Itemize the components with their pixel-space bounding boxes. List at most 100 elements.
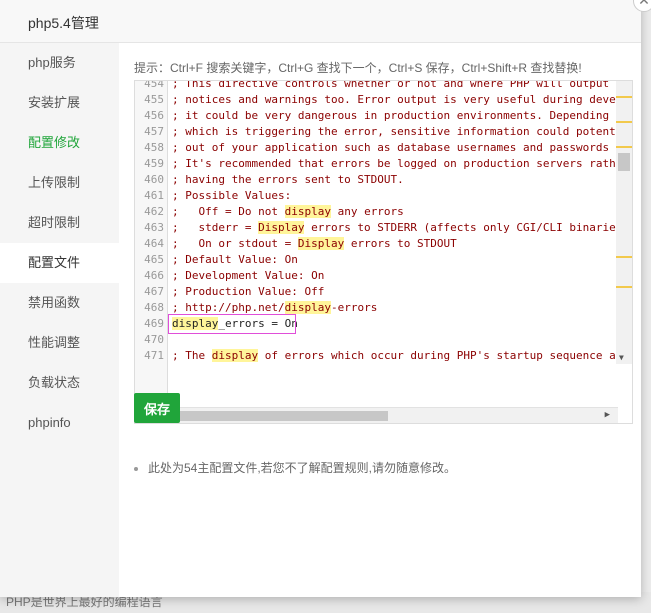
code-fragment: ; out of your application such as databa… (172, 141, 633, 154)
scroll-right-arrow-icon[interactable]: ▶ (605, 410, 610, 420)
code-line: 462 ; Off = Do not display any errors (135, 204, 632, 220)
line-number: 455 (144, 93, 164, 106)
search-highlight: display (211, 349, 259, 362)
line-number: 470 (144, 333, 164, 346)
code-fragment: ; The (172, 349, 212, 362)
vertical-scroll-thumb[interactable] (618, 153, 630, 171)
line-number: 458 (144, 141, 164, 154)
scroll-down-arrow-icon[interactable]: ▼ (619, 353, 624, 362)
config-note-text: 此处为54主配置文件,若您不了解配置规则,请勿随意修改。 (148, 461, 457, 475)
code-fragment: ; Development Value: On (172, 269, 325, 282)
search-highlight: Display (297, 237, 345, 250)
code-fragment: errors to STDOUT (344, 237, 457, 250)
bullet-icon (134, 466, 138, 471)
code-line: 466 ; Development Value: On (135, 268, 632, 284)
config-note: 此处为54主配置文件,若您不了解配置规则,请勿随意修改。 (134, 459, 456, 476)
save-button[interactable]: 保存 (134, 393, 180, 423)
line-number: 457 (144, 125, 164, 138)
code-line: 467 ; Production Value: Off (135, 284, 632, 300)
code-text: ; stderr = Display errors to STDERR (aff… (172, 220, 633, 236)
search-highlight: Display (258, 221, 305, 234)
code-text: ; Default Value: On (172, 252, 298, 268)
code-line: 458 ; out of your application such as dat… (135, 140, 633, 156)
line-number: 471 (144, 349, 164, 362)
line-number: 463 (144, 221, 164, 234)
code-line: 471 ; The display of errors which occur d… (135, 348, 632, 364)
sidebar-item[interactable]: 配置文件 (0, 243, 119, 283)
code-fragment: ; http://php.net/ (172, 301, 285, 314)
code-fragment: any errors (330, 205, 404, 218)
sidebar-item[interactable]: php服务 (0, 43, 119, 83)
line-number: 467 (144, 285, 164, 298)
code-text: ; Production Value: Off (172, 284, 324, 300)
vertical-scrollbar[interactable]: ▼ (616, 81, 632, 364)
code-fragment: ; notices and warnings too. Error output… (172, 93, 633, 106)
horizontal-scroll-thumb[interactable] (178, 411, 388, 421)
line-number: 462 (144, 205, 164, 218)
code-line: 457 ; which is triggering the error, sens… (135, 124, 633, 140)
search-match-box (168, 314, 296, 334)
line-number: 459 (144, 157, 164, 170)
code-text: ; it could be very dangerous in producti… (172, 108, 633, 124)
code-fragment: ; stderr = (172, 221, 259, 234)
search-highlight: display (284, 301, 331, 314)
code-line: 461 ; Possible Values: (135, 188, 632, 204)
line-number: 466 (144, 269, 164, 282)
line-number: 465 (144, 253, 164, 266)
line-number: 469 (144, 317, 164, 330)
code-text: ; The display of errors which occur duri… (172, 348, 632, 364)
code-text: ; notices and warnings too. Error output… (172, 92, 633, 108)
code-line: 463 ; stderr = Display errors to STDERR (… (135, 220, 633, 236)
code-fragment: errors to STDERR (affects only CGI/CLI b… (304, 221, 633, 234)
code-text: ; It's recommended that errors be logged… (172, 156, 633, 172)
code-line: 456 ; it could be very dangerous in produ… (135, 108, 633, 124)
line-number: 460 (144, 173, 164, 186)
search-highlight: display (284, 205, 331, 218)
line-number: 456 (144, 109, 164, 122)
code-fragment: ; having the errors sent to STDOUT. (172, 173, 404, 186)
code-line: 470 (135, 332, 632, 348)
sidebar-item[interactable]: 超时限制 (0, 203, 119, 243)
code-text: ; which is triggering the error, sensiti… (172, 124, 633, 140)
php-manager-modal: php5.4管理 php服务 安装扩展 配置修改 上传限制 超时限制 配置文件 禁用函数 性能… (0, 0, 651, 597)
code-line: 459 ; It's recommended that errors be log… (135, 156, 633, 172)
code-line: 455 ; notices and warnings too. Error out… (135, 92, 633, 108)
code-fragment: ; Off = Do not (172, 205, 285, 218)
code-fragment: ; Production Value: Off (172, 285, 325, 298)
code-text: ; having the errors sent to STDOUT. (172, 172, 404, 188)
code-line: 460 ; having the errors sent to STDOUT. (135, 172, 632, 188)
code-fragment: ; Default Value: On (172, 253, 298, 266)
modal-title: php5.4管理 (28, 15, 99, 31)
editor-hint: 提示：Ctrl+F 搜索关键字，Ctrl+G 查找下一个，Ctrl+S 保存，C… (134, 61, 582, 75)
line-number: 464 (144, 237, 164, 250)
code-fragment: ; This directive controls whether or not… (172, 80, 633, 90)
code-line: 465 ; Default Value: On (135, 252, 632, 268)
sidebar-item[interactable]: 上传限制 (0, 163, 119, 203)
code-fragment: ; it could be very dangerous in producti… (172, 109, 633, 122)
code-fragment: -errors (330, 301, 378, 314)
code-fragment: ; which is triggering the error, sensiti… (172, 125, 633, 138)
code-fragment: ; Possible Values: (172, 189, 292, 202)
code-text: ; Possible Values: (172, 188, 291, 204)
sidebar-item[interactable]: 负载状态 (0, 363, 119, 403)
code-text: ; This directive controls whether or not… (172, 80, 633, 92)
line-number: 461 (144, 189, 164, 202)
code-fragment: ; On or stdout = (172, 237, 298, 250)
code-text: ; out of your application such as databa… (172, 140, 633, 156)
sidebar-item[interactable]: 安装扩展 (0, 83, 119, 123)
sidebar: php服务 安装扩展 配置修改 上传限制 超时限制 配置文件 禁用函数 性能调整 负载状态 php… (0, 43, 119, 597)
horizontal-scrollbar[interactable]: ◀ ◀ ▶ (135, 407, 618, 423)
code-text: ; Development Value: On (172, 268, 324, 284)
sidebar-item[interactable]: 禁用函数 (0, 283, 119, 323)
code-editor[interactable]: 454 ; This directive controls whether or … (134, 80, 633, 424)
code-line: 454 ; This directive controls whether or … (135, 80, 633, 92)
code-text: ; Off = Do not display any errors (172, 204, 404, 220)
sidebar-item[interactable]: phpinfo (0, 403, 119, 443)
code-line: 464 ; On or stdout = Display errors to ST… (135, 236, 632, 252)
code-text: ; On or stdout = Display errors to STDOU… (172, 236, 457, 252)
code-fragment: ; It's recommended that errors be logged… (172, 157, 633, 170)
sidebar-item[interactable]: 性能调整 (0, 323, 119, 363)
sidebar-item[interactable]: 配置修改 (0, 123, 119, 163)
line-number: 454 (144, 80, 164, 90)
config-file-panel: 提示：Ctrl+F 搜索关键字，Ctrl+G 查找下一个，Ctrl+S 保存，C… (119, 43, 641, 597)
